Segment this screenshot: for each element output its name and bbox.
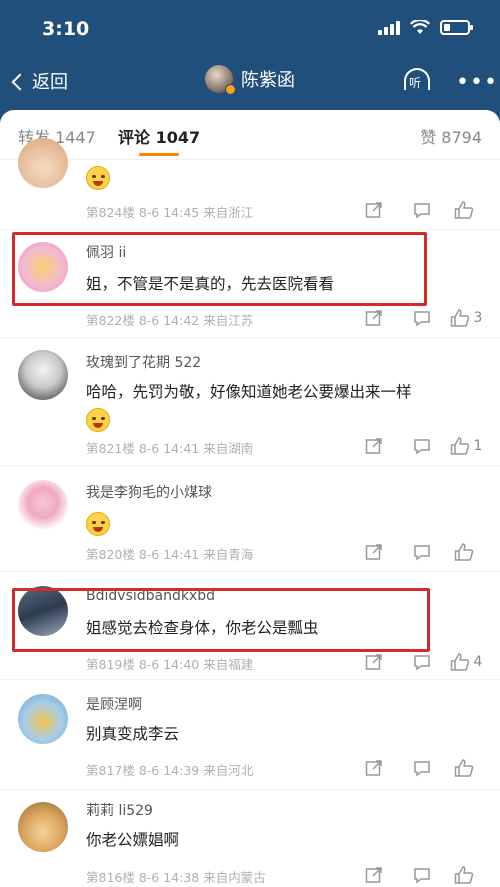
like-button[interactable] [446,541,486,563]
list-item: 是顾涅啊 别真变成李云 第817楼 8-6 14:39 来自河北 [0,680,500,790]
nav-title[interactable]: 陈紫函 [205,65,295,95]
list-item: 莉莉 li529 你老公嫖娼啊 第816楼 8-6 14:38 来自内蒙古 [0,790,500,887]
avatar [205,65,236,95]
avatar [18,802,68,852]
list-item: 第824楼 8-6 14:45 来自浙江 [0,138,500,230]
avatar [18,694,68,744]
thumb-up-icon [450,653,469,671]
reply-icon[interactable] [398,307,446,329]
list-item: 我是李狗毛的小煤球 第820楼 8-6 14:41 来自青海 [0,466,500,572]
more-icon[interactable]: ••• [456,70,498,95]
comment-author[interactable]: 玫瑰到了花期 522 [86,352,201,372]
highlight-box [12,232,427,306]
like-button[interactable]: 1 [446,435,486,457]
reply-icon[interactable] [398,435,446,457]
reply-icon[interactable] [398,541,446,563]
reply-icon[interactable] [398,651,446,673]
reply-icon[interactable] [398,864,446,886]
share-icon[interactable] [350,864,398,886]
comments-sheet: 转发 1447 评论 1047 赞 8794 第824楼 8-6 14:45 来… [0,110,500,887]
comment-actions [350,757,486,779]
highlight-box [12,588,430,652]
comment-text: 你老公嫖娼啊 [86,831,180,849]
tab-indicator [139,153,179,156]
listen-icon[interactable]: 听 [402,68,432,94]
wifi-icon [410,20,430,34]
listen-label: 听 [409,76,422,90]
reply-icon[interactable] [398,199,446,221]
list-item: 玫瑰到了花期 522 哈哈，先罚为敬，好像知道她老公要爆出来一样 第821楼 8… [0,338,500,466]
comment-actions: 3 [350,307,486,329]
status-icons [378,20,473,35]
comment-actions [350,199,486,221]
thumb-up-icon [454,866,474,884]
comment-actions [350,864,486,886]
share-icon[interactable] [350,199,398,221]
share-icon[interactable] [350,435,398,457]
share-icon[interactable] [350,307,398,329]
comment-meta: 第819楼 8-6 14:40 来自福建 [86,657,254,672]
comment-meta: 第821楼 8-6 14:41 来自湖南 [86,441,254,456]
back-button[interactable]: 返回 [11,68,68,94]
emoji-icon [86,408,110,432]
chevron-left-icon [11,73,29,91]
verified-badge-icon [225,84,236,95]
comment-actions: 4 [350,651,486,673]
thumb-up-icon [454,201,474,219]
comment-text: 别真变成李云 [86,725,180,743]
battery-icon [440,20,473,35]
thumb-up-icon [450,309,469,327]
like-button[interactable]: 4 [446,651,486,673]
like-button[interactable] [446,199,486,221]
status-time: 3:10 [42,18,90,40]
thumb-up-icon [454,543,474,561]
comment-actions: 1 [350,435,486,457]
comment-meta: 第822楼 8-6 14:42 来自江苏 [86,313,254,328]
thumb-up-icon [454,759,474,777]
signal-icon [378,20,400,35]
thumb-up-icon [450,437,469,455]
like-button[interactable]: 3 [446,307,486,329]
share-icon[interactable] [350,651,398,673]
like-button[interactable] [446,864,486,886]
comment-meta: 第824楼 8-6 14:45 来自浙江 [86,205,254,220]
comment-meta: 第820楼 8-6 14:41 来自青海 [86,547,254,562]
reply-icon[interactable] [398,757,446,779]
comment-actions [350,541,486,563]
comment-text: 哈哈，先罚为敬，好像知道她老公要爆出来一样 [86,383,412,401]
comment-meta: 第816楼 8-6 14:38 来自内蒙古 [86,870,266,885]
status-bar: 3:10 [0,0,500,60]
avatar [18,350,68,400]
tab-bar: 转发 1447 评论 1047 赞 8794 [0,110,500,160]
back-label: 返回 [32,72,68,93]
comment-author[interactable]: 我是李狗毛的小煤球 [86,482,212,502]
nav-bar: 返回 陈紫函 听 ••• [0,60,500,104]
tab-like[interactable]: 赞 8794 [420,124,482,148]
page-title: 陈紫函 [241,70,295,91]
tab-comment[interactable]: 评论 1047 [118,124,200,148]
comment-author[interactable]: 莉莉 li529 [86,800,153,820]
share-icon[interactable] [350,541,398,563]
emoji-icon [86,512,110,536]
comment-author[interactable]: 是顾涅啊 [86,694,142,714]
avatar [18,138,68,188]
avatar [18,480,68,530]
comment-meta: 第817楼 8-6 14:39 来自河北 [86,763,254,778]
share-icon[interactable] [350,757,398,779]
emoji-icon [86,166,110,190]
like-button[interactable] [446,757,486,779]
